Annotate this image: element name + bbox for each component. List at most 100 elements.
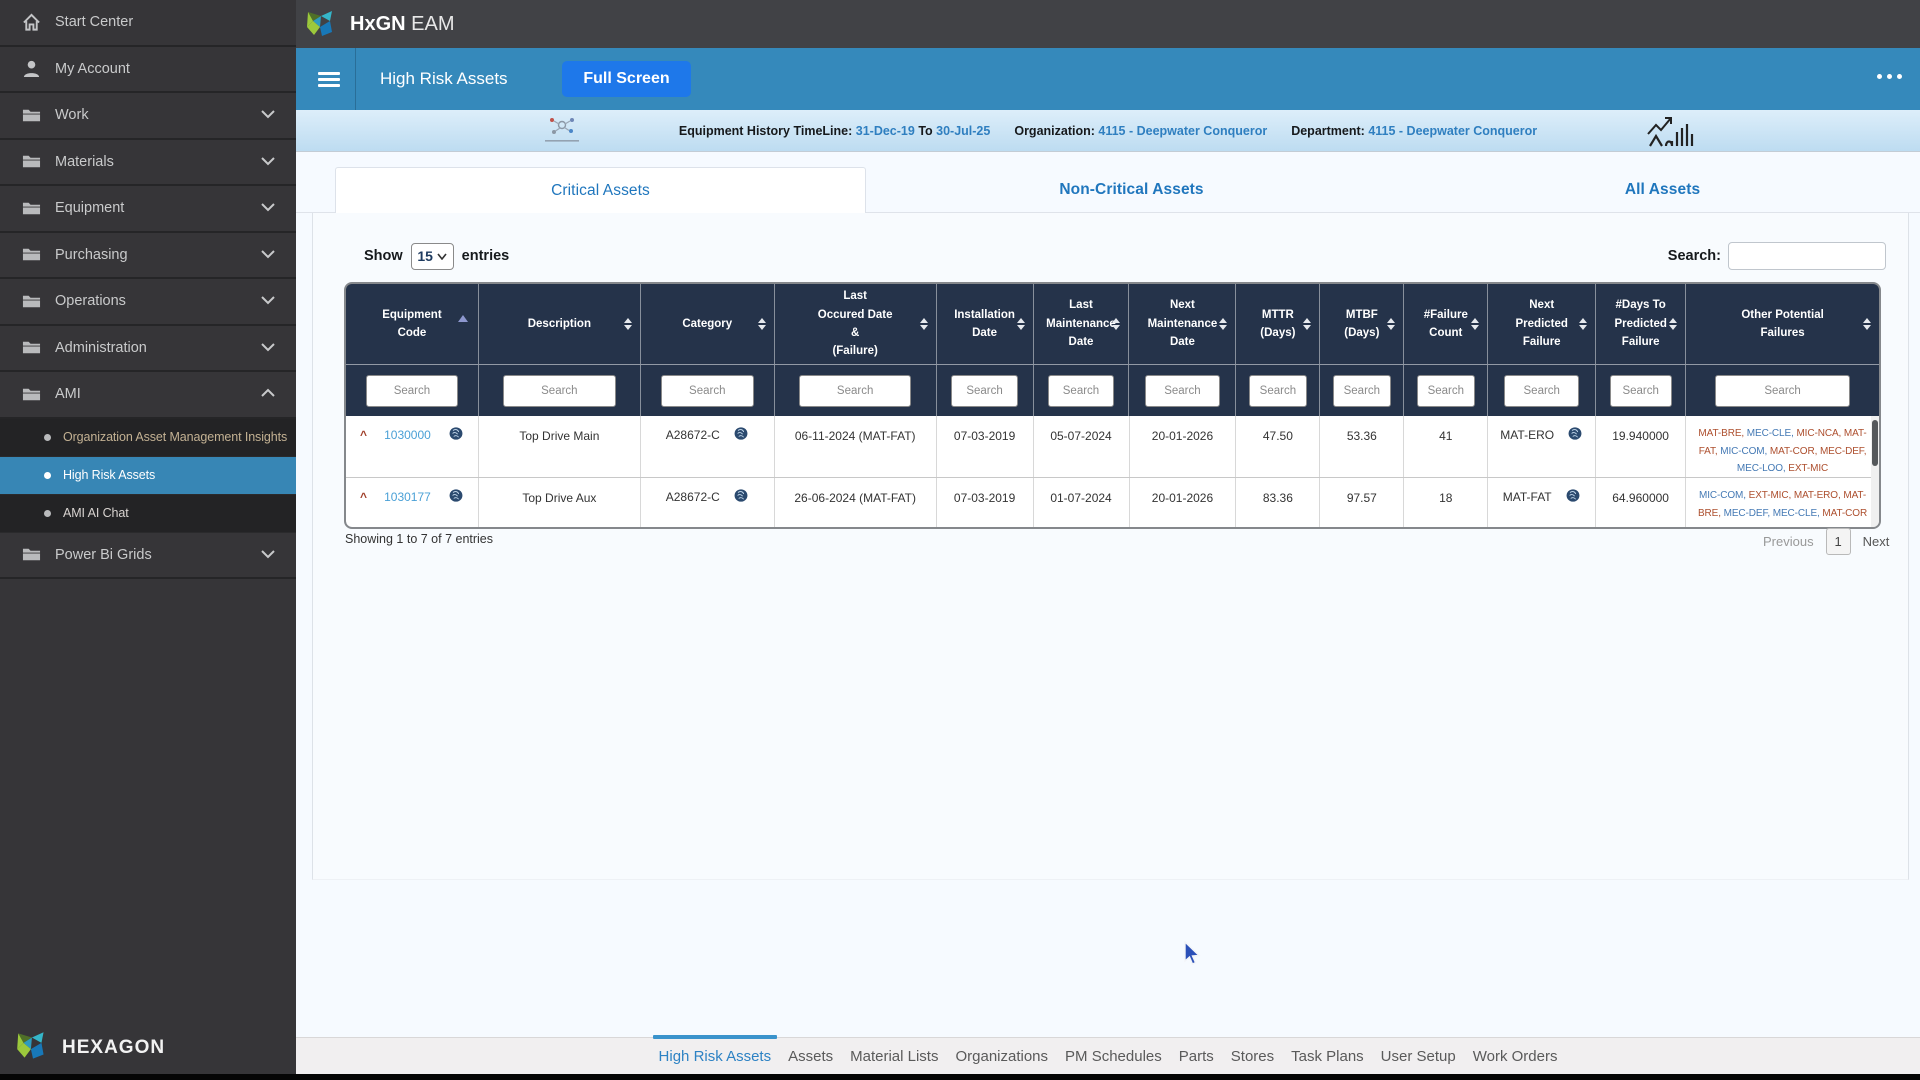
- sidebar-item-label: Purchasing: [55, 247, 128, 263]
- sidebar-item-equipment[interactable]: Equipment: [0, 186, 296, 233]
- failure-count-cell: 18: [1404, 478, 1488, 527]
- sidebar-item-materials[interactable]: Materials: [0, 140, 296, 187]
- search-input[interactable]: [1728, 242, 1886, 270]
- column-search-days-to-predicted[interactable]: Search: [1610, 375, 1672, 407]
- col-header-mttr[interactable]: MTTR (Days): [1236, 284, 1320, 364]
- footer-item-assets[interactable]: Assets: [788, 1048, 833, 1065]
- sidebar-item-label: Materials: [55, 154, 114, 170]
- organization-value[interactable]: 4115 - Deepwater Conqueror: [1098, 124, 1267, 138]
- sort-icon: [1471, 318, 1479, 330]
- page-size-select[interactable]: 15: [411, 243, 454, 270]
- overflow-menu-icon[interactable]: [1877, 74, 1902, 79]
- footer-item-material-lists[interactable]: Material Lists: [850, 1048, 938, 1065]
- footer-item-user-setup[interactable]: User Setup: [1381, 1048, 1456, 1065]
- column-search-installation[interactable]: Search: [951, 375, 1018, 407]
- department-segment: Department: 4115 - Deepwater Conqueror: [1291, 124, 1537, 138]
- column-search-failure-count[interactable]: Search: [1417, 375, 1475, 407]
- equipment-code-link[interactable]: 1030177: [384, 488, 431, 506]
- column-search-last-maintenance[interactable]: Search: [1048, 375, 1114, 407]
- sidebar-item-high-risk-assets[interactable]: High Risk Assets: [0, 457, 296, 495]
- category-cell: A28672-C: [641, 478, 775, 527]
- column-search-category[interactable]: Search: [661, 375, 754, 407]
- column-search-next-maintenance[interactable]: Search: [1145, 375, 1219, 407]
- timeline-from[interactable]: 31-Dec-19: [856, 124, 915, 138]
- sidebar-item-my-account[interactable]: My Account: [0, 47, 296, 94]
- column-search-mttr[interactable]: Search: [1249, 375, 1307, 407]
- column-search-description[interactable]: Search: [503, 375, 616, 407]
- col-header-description[interactable]: Description: [479, 284, 641, 364]
- col-header-other-potential-failures[interactable]: Other Potential Failures: [1686, 284, 1879, 364]
- ai-brain-icon[interactable]: [448, 426, 464, 446]
- col-header-failure-count[interactable]: #Failure Count: [1404, 284, 1488, 364]
- column-search-mtbf[interactable]: Search: [1333, 375, 1391, 407]
- footer-item-high-risk-assets[interactable]: High Risk Assets: [659, 1048, 772, 1065]
- sidebar-item-label: AMI: [55, 386, 81, 402]
- footer-item-pm-schedules[interactable]: PM Schedules: [1065, 1048, 1162, 1065]
- sidebar-subitem-label: Organization Asset Management Insights: [63, 430, 287, 444]
- ami-logo-icon: [1644, 112, 1696, 155]
- column-search-other-failures[interactable]: Search: [1715, 375, 1850, 407]
- tab-all-assets[interactable]: All Assets: [1397, 167, 1920, 213]
- days-to-predicted-cell: 19.940000: [1596, 416, 1686, 477]
- hamburger-menu-icon[interactable]: [318, 72, 340, 87]
- col-header-equipment-code[interactable]: Equipment Code: [346, 284, 479, 364]
- ai-brain-icon[interactable]: [733, 426, 749, 446]
- table-scrollbar-thumb[interactable]: [1872, 420, 1878, 466]
- sidebar-item-operations[interactable]: Operations: [0, 279, 296, 326]
- department-value[interactable]: 4115 - Deepwater Conqueror: [1368, 124, 1537, 138]
- sidebar-item-organization-asset-management-insights[interactable]: Organization Asset Management Insights: [0, 419, 296, 457]
- mtbf-cell: 97.57: [1320, 478, 1404, 527]
- ai-brain-icon[interactable]: [733, 488, 749, 508]
- tab-non-critical-assets[interactable]: Non-Critical Assets: [866, 167, 1397, 213]
- column-search-equipment-code[interactable]: Search: [366, 375, 458, 407]
- footer-item-task-plans[interactable]: Task Plans: [1291, 1048, 1364, 1065]
- sidebar-item-administration[interactable]: Administration: [0, 326, 296, 373]
- row-expand-caret[interactable]: ^: [360, 488, 367, 506]
- timeline-to[interactable]: 30-Jul-25: [936, 124, 990, 138]
- ai-brain-icon[interactable]: [1567, 426, 1583, 446]
- pagination-next[interactable]: Next: [1863, 534, 1890, 549]
- footer-item-organizations[interactable]: Organizations: [955, 1048, 1048, 1065]
- footer-item-parts[interactable]: Parts: [1179, 1048, 1214, 1065]
- footer-item-stores[interactable]: Stores: [1231, 1048, 1274, 1065]
- col-header-last-occured-date[interactable]: Last Occured Date & (Failure): [775, 284, 937, 364]
- column-search-next-predicted[interactable]: Search: [1504, 375, 1579, 407]
- folder-icon: [20, 197, 42, 219]
- col-header-category[interactable]: Category: [641, 284, 775, 364]
- mouse-cursor: [1182, 941, 1204, 972]
- footer-item-work-orders[interactable]: Work Orders: [1473, 1048, 1558, 1065]
- pagination-previous[interactable]: Previous: [1763, 534, 1814, 549]
- table-row[interactable]: ^ 1030000 Top Drive Main A28672-C 06-11-…: [346, 416, 1879, 478]
- sidebar-item-ami[interactable]: AMI: [0, 372, 296, 419]
- full-screen-button[interactable]: Full Screen: [562, 61, 691, 97]
- sort-icon: [1387, 318, 1395, 330]
- sidebar-item-start-center[interactable]: Start Center: [0, 0, 296, 47]
- folder-icon: [20, 244, 42, 266]
- ai-brain-icon[interactable]: [1565, 488, 1581, 508]
- col-header-last-maintenance-date[interactable]: Last Maintenance Date: [1034, 284, 1130, 364]
- active-tab-indicator: [653, 1035, 778, 1039]
- next-predicted-cell: MAT-ERO: [1488, 416, 1596, 477]
- col-header-mtbf[interactable]: MTBF (Days): [1320, 284, 1404, 364]
- col-header-next-predicted-failure[interactable]: Next Predicted Failure: [1488, 284, 1596, 364]
- col-header-installation-date[interactable]: Installation Date: [937, 284, 1034, 364]
- sidebar-subitem-label: High Risk Assets: [63, 468, 155, 482]
- sidebar-item-ami-ai-chat[interactable]: AMI AI Chat: [0, 495, 296, 533]
- ai-brain-icon[interactable]: [448, 488, 464, 508]
- sidebar-item-work[interactable]: Work: [0, 93, 296, 140]
- pagination-page-1[interactable]: 1: [1826, 528, 1851, 555]
- column-search-last-occured[interactable]: Search: [799, 375, 912, 407]
- mtbf-cell: 53.36: [1320, 416, 1404, 477]
- col-header-days-to-predicted-failure[interactable]: #Days To Predicted Failure: [1596, 284, 1686, 364]
- table-row[interactable]: ^ 1030177 Top Drive Aux A28672-C 26-06-2…: [346, 478, 1879, 527]
- col-header-next-maintenance-date[interactable]: Next Maintenance Date: [1129, 284, 1236, 364]
- brand-bold: HxGN: [350, 13, 406, 35]
- sidebar-item-power-bi-grids[interactable]: Power Bi Grids: [0, 533, 296, 580]
- tab-critical-assets[interactable]: Critical Assets: [335, 167, 866, 213]
- equipment-code-link[interactable]: 1030000: [384, 426, 431, 444]
- row-expand-caret[interactable]: ^: [360, 426, 367, 444]
- app-root: Start Center My Account Work Materials: [0, 0, 1920, 1080]
- table-scrollbar[interactable]: [1871, 416, 1879, 527]
- sidebar-item-purchasing[interactable]: Purchasing: [0, 233, 296, 280]
- other-failures-cell: MIC-COM, EXT-MIC, MAT-ERO, MAT-BRE, MEC-…: [1686, 478, 1879, 527]
